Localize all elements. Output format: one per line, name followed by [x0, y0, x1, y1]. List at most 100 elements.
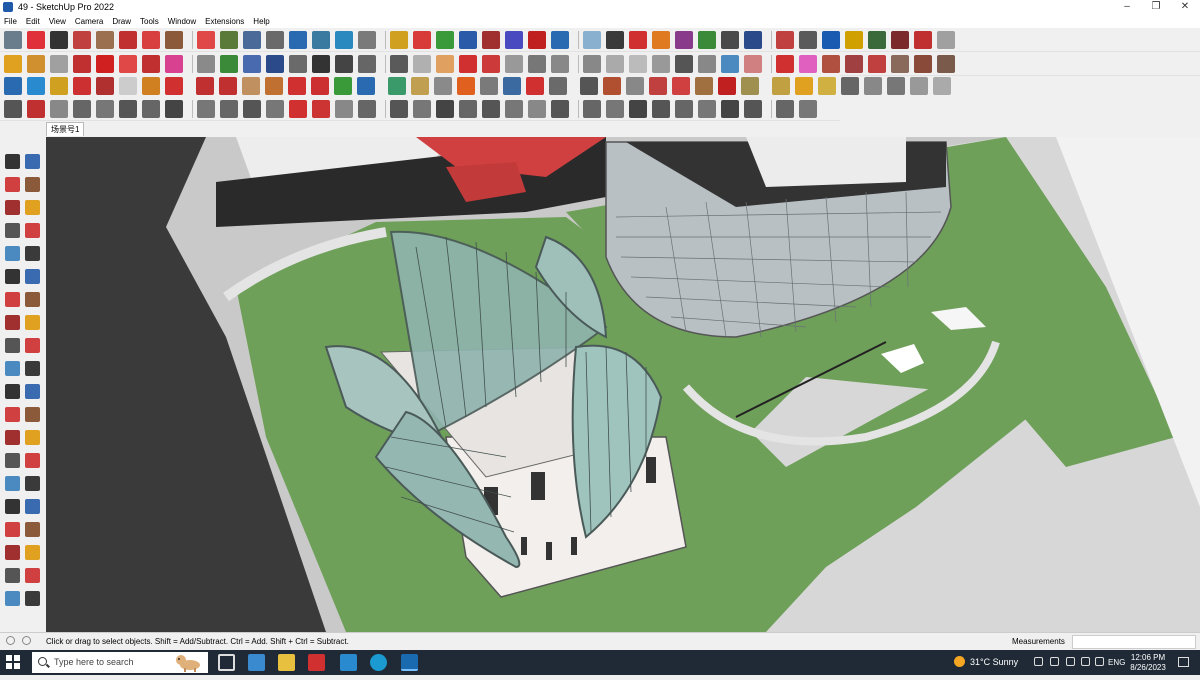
toolbar-tool-icon[interactable] — [528, 30, 546, 49]
toolbar-tool-icon[interactable] — [744, 99, 762, 118]
toolbar-tool-icon[interactable] — [526, 76, 544, 95]
toolbar-tool-icon[interactable] — [583, 30, 601, 49]
toolbar-tool-icon[interactable] — [744, 30, 762, 49]
toolbar-tool-icon[interactable] — [358, 99, 376, 118]
menu-window[interactable]: Window — [168, 17, 196, 26]
minimize-button[interactable]: – — [1112, 0, 1142, 14]
toolbar-tool-icon[interactable] — [629, 99, 647, 118]
toolbar-tool-icon[interactable] — [482, 30, 500, 49]
toolbar-tool-icon[interactable] — [220, 30, 238, 49]
3d-viewport[interactable] — [46, 137, 1200, 632]
toolbar-tool-icon[interactable] — [265, 76, 283, 95]
palette-tool-icon[interactable] — [25, 499, 40, 514]
toolbar-tool-icon[interactable] — [799, 99, 817, 118]
toolbar-tool-icon[interactable] — [4, 76, 22, 95]
toolbar-tool-icon[interactable] — [776, 30, 794, 49]
toolbar-tool-icon[interactable] — [505, 30, 523, 49]
toolbar-tool-icon[interactable] — [914, 54, 932, 73]
toolbar-tool-icon[interactable] — [772, 76, 790, 95]
palette-tool-icon[interactable] — [25, 568, 40, 583]
toolbar-tool-icon[interactable] — [27, 54, 45, 73]
toolbar-tool-icon[interactable] — [698, 30, 716, 49]
toolbar-tool-icon[interactable] — [411, 76, 429, 95]
toolbar-tool-icon[interactable] — [288, 76, 306, 95]
menu-edit[interactable]: Edit — [26, 17, 40, 26]
system-clock[interactable]: 12:06 PM 8/26/2023 — [1130, 653, 1166, 673]
palette-tool-icon[interactable] — [5, 246, 20, 261]
toolbar-tool-icon[interactable] — [776, 54, 794, 73]
toolbar-tool-icon[interactable] — [436, 30, 454, 49]
toolbar-tool-icon[interactable] — [818, 76, 836, 95]
toolbar-tool-icon[interactable] — [413, 99, 431, 118]
calculator-app-icon[interactable] — [248, 654, 265, 671]
toolbar-tool-icon[interactable] — [390, 30, 408, 49]
toolbar-tool-icon[interactable] — [741, 76, 759, 95]
toolbar-tool-icon[interactable] — [887, 76, 905, 95]
palette-tool-icon[interactable] — [5, 591, 20, 606]
toolbar-tool-icon[interactable] — [219, 76, 237, 95]
toolbar-tool-icon[interactable] — [845, 54, 863, 73]
toolbar-tool-icon[interactable] — [795, 76, 813, 95]
palette-tool-icon[interactable] — [5, 499, 20, 514]
toolbar-tool-icon[interactable] — [698, 99, 716, 118]
palette-tool-icon[interactable] — [5, 223, 20, 238]
toolbar-tool-icon[interactable] — [243, 99, 261, 118]
toolbar-tool-icon[interactable] — [142, 99, 160, 118]
toolbar-tool-icon[interactable] — [933, 76, 951, 95]
toolbar-tool-icon[interactable] — [73, 30, 91, 49]
toolbar-tool-icon[interactable] — [841, 76, 859, 95]
toolbar-tool-icon[interactable] — [119, 99, 137, 118]
toolbar-tool-icon[interactable] — [675, 30, 693, 49]
menu-camera[interactable]: Camera — [75, 17, 103, 26]
palette-tool-icon[interactable] — [25, 453, 40, 468]
toolbar-tool-icon[interactable] — [358, 30, 376, 49]
palette-tool-icon[interactable] — [25, 223, 40, 238]
toolbar-tool-icon[interactable] — [197, 99, 215, 118]
toolbar-tool-icon[interactable] — [698, 54, 716, 73]
palette-tool-icon[interactable] — [5, 407, 20, 422]
toolbar-tool-icon[interactable] — [335, 30, 353, 49]
toolbar-tool-icon[interactable] — [459, 54, 477, 73]
toolbar-tool-icon[interactable] — [551, 54, 569, 73]
maximize-button[interactable]: ❐ — [1141, 0, 1171, 14]
toolbar-tool-icon[interactable] — [165, 30, 183, 49]
toolbar-tool-icon[interactable] — [606, 30, 624, 49]
toolbar-tool-icon[interactable] — [845, 30, 863, 49]
toolbar-tool-icon[interactable] — [457, 76, 475, 95]
palette-tool-icon[interactable] — [5, 384, 20, 399]
toolbar-tool-icon[interactable] — [675, 54, 693, 73]
toolbar-tool-icon[interactable] — [4, 30, 22, 49]
palette-tool-icon[interactable] — [5, 522, 20, 537]
toolbar-tool-icon[interactable] — [358, 54, 376, 73]
toolbar-tool-icon[interactable] — [503, 76, 521, 95]
toolbar-tool-icon[interactable] — [73, 54, 91, 73]
toolbar-tool-icon[interactable] — [390, 54, 408, 73]
toolbar-tool-icon[interactable] — [312, 99, 330, 118]
toolbar-tool-icon[interactable] — [652, 99, 670, 118]
toolbar-tool-icon[interactable] — [96, 99, 114, 118]
toolbar-tool-icon[interactable] — [165, 76, 183, 95]
toolbar-tool-icon[interactable] — [165, 54, 183, 73]
tray-wifi-icon[interactable] — [1081, 657, 1090, 666]
palette-tool-icon[interactable] — [5, 154, 20, 169]
palette-tool-icon[interactable] — [25, 292, 40, 307]
palette-tool-icon[interactable] — [25, 522, 40, 537]
toolbar-tool-icon[interactable] — [142, 30, 160, 49]
palette-tool-icon[interactable] — [5, 568, 20, 583]
toolbar-tool-icon[interactable] — [629, 30, 647, 49]
palette-tool-icon[interactable] — [5, 200, 20, 215]
toolbar-tool-icon[interactable] — [27, 76, 45, 95]
toolbar-tool-icon[interactable] — [652, 30, 670, 49]
toolbar-tool-icon[interactable] — [142, 54, 160, 73]
toolbar-tool-icon[interactable] — [937, 30, 955, 49]
toolbar-tool-icon[interactable] — [266, 99, 284, 118]
toolbar-tool-icon[interactable] — [583, 99, 601, 118]
toolbar-tool-icon[interactable] — [50, 30, 68, 49]
toolbar-tool-icon[interactable] — [197, 54, 215, 73]
toolbar-tool-icon[interactable] — [799, 30, 817, 49]
toolbar-tool-icon[interactable] — [243, 54, 261, 73]
palette-tool-icon[interactable] — [5, 177, 20, 192]
toolbar-tool-icon[interactable] — [482, 54, 500, 73]
sketchup-taskbar-icon[interactable] — [401, 654, 418, 671]
palette-tool-icon[interactable] — [25, 246, 40, 261]
